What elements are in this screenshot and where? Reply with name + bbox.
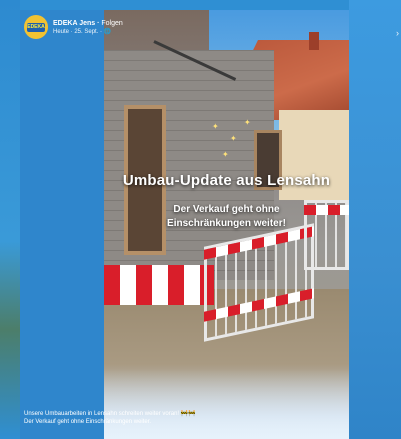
- photo-subline-1: Der Verkauf geht ohne: [173, 204, 280, 215]
- sparkle-icon: ✦: [230, 134, 237, 143]
- background-right: ›: [349, 0, 401, 439]
- post-meta: EDEKA Jens · Folgen Heute · 25. Sept. · …: [53, 19, 123, 36]
- avatar-logo: EDEKA: [27, 22, 45, 32]
- post-caption: Unsere Umbauarbeiten in Lensahn schreite…: [24, 410, 344, 426]
- post-card[interactable]: ✦ ✦ ✦ ✦ Umbau-Update aus Lensahn Der Ver…: [20, 10, 349, 439]
- post-header: EDEKA EDEKA Jens · Folgen Heute · 25. Se…: [24, 14, 123, 40]
- caption-line-1: Unsere Umbauarbeiten in Lensahn schreite…: [24, 411, 196, 417]
- background-left: [0, 0, 20, 439]
- sparkle-icon: ✦: [212, 122, 219, 131]
- photo-fade: [104, 369, 349, 439]
- photo-subline: Der Verkauf geht ohne Einschränkungen we…: [104, 203, 349, 231]
- barrier-left: [104, 265, 214, 305]
- photo-headline: Umbau-Update aus Lensahn: [122, 172, 331, 189]
- caption-line-2: Der Verkauf geht ohne Einschränkungen we…: [24, 419, 152, 425]
- post-date: Heute · 25. Sept. · 🌐: [53, 28, 112, 35]
- photo-subline-2: Einschränkungen weiter!: [167, 218, 286, 229]
- avatar[interactable]: EDEKA: [24, 15, 48, 39]
- more-icon[interactable]: ›: [396, 28, 399, 38]
- sparkle-icon: ✦: [244, 118, 251, 127]
- sparkle-icon: ✦: [222, 150, 229, 159]
- page-name-text[interactable]: EDEKA Jens: [53, 20, 95, 27]
- follow-button[interactable]: Folgen: [101, 20, 122, 27]
- chimney: [309, 32, 319, 50]
- page-name[interactable]: EDEKA Jens · Folgen: [53, 19, 123, 28]
